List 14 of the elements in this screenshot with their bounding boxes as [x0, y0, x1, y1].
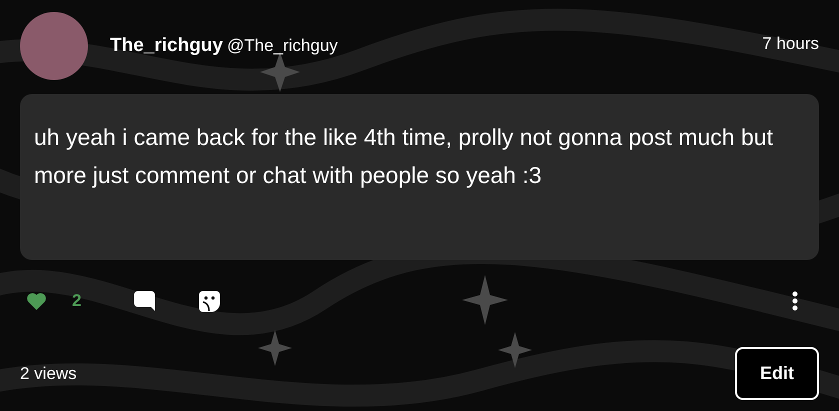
sparkle-icon — [498, 332, 532, 368]
post-time: 7 hours — [762, 33, 819, 56]
sparkle-icon — [462, 275, 508, 325]
author-handle[interactable]: @The_richguy — [226, 32, 338, 58]
more-options-icon[interactable] — [792, 291, 798, 311]
sticker-icon[interactable] — [198, 290, 222, 312]
post-text: uh yeah i came back for the like 4th time, prolly not gonna post much but more just comment or chat with people so yeah :3 — [34, 123, 774, 190]
heart-icon[interactable] — [26, 292, 47, 310]
edit-button[interactable]: Edit — [735, 347, 819, 400]
comment-icon[interactable] — [133, 290, 156, 312]
sparkle-icon — [258, 330, 292, 366]
author-name[interactable]: The_richguy — [110, 32, 223, 60]
like-count: 2 — [72, 290, 82, 312]
view-count: 2 views — [20, 362, 77, 385]
